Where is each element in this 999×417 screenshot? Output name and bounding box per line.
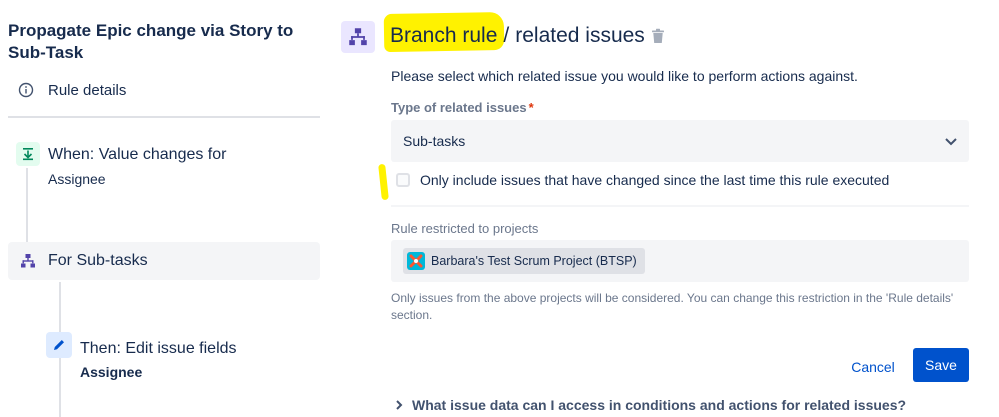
required-indicator: *	[528, 100, 534, 115]
trigger-subtitle: Assignee	[48, 171, 106, 187]
project-avatar-icon	[407, 252, 425, 270]
action-title: Then: Edit issue fields	[80, 340, 237, 357]
highlight-mark-small	[378, 163, 389, 201]
chevron-right-icon	[394, 399, 404, 411]
type-field-label-text: Type of related issues	[391, 100, 527, 115]
rule-title: Propagate Epic change via Story to Sub-T…	[8, 21, 294, 62]
cancel-button[interactable]: Cancel	[842, 352, 904, 382]
related-issues-select-value: Sub-tasks	[403, 133, 466, 149]
save-button[interactable]: Save	[913, 348, 969, 382]
changed-issues-checkbox[interactable]	[396, 173, 410, 187]
related-issues-select[interactable]: Sub-tasks	[391, 120, 969, 162]
trigger-component[interactable]: When: Value changes for Assignee	[8, 140, 320, 196]
changed-issues-label: Only include issues that have changed si…	[420, 172, 890, 188]
rule-sidebar: Propagate Epic change via Story to Sub-T…	[0, 0, 330, 417]
trash-icon[interactable]	[651, 28, 665, 44]
branch-icon	[341, 21, 375, 53]
chevron-down-icon	[943, 133, 959, 149]
branch-icon	[16, 249, 40, 273]
trigger-title: When: Value changes for	[48, 146, 227, 163]
page-title-primary: Branch rule	[390, 24, 498, 47]
action-component[interactable]: Then: Edit issue fields Assignee	[44, 330, 320, 386]
branch-component[interactable]: For Sub-tasks	[8, 242, 320, 280]
projects-help-text: Only issues from the above projects will…	[391, 291, 954, 322]
section-divider	[391, 205, 969, 207]
rule-details-label: Rule details	[48, 81, 127, 99]
page-title: Branch rule / related issues	[390, 24, 645, 48]
projects-field[interactable]: Barbara's Test Scrum Project (BTSP)	[391, 240, 969, 282]
download-icon	[16, 142, 40, 166]
expander-label: What issue data can I access in conditio…	[412, 397, 907, 413]
project-chip[interactable]: Barbara's Test Scrum Project (BTSP)	[403, 248, 645, 274]
rule-details-link[interactable]: Rule details	[8, 78, 320, 102]
page-title-separator: /	[503, 24, 510, 47]
action-subtitle: Assignee	[80, 364, 143, 380]
info-icon	[18, 82, 34, 98]
sidebar-divider	[8, 116, 320, 118]
type-field-label: Type of related issues *	[391, 100, 534, 115]
changed-issues-option[interactable]: Only include issues that have changed si…	[396, 172, 889, 188]
related-issues-data-expander[interactable]: What issue data can I access in conditio…	[394, 397, 906, 413]
pencil-icon	[46, 332, 72, 358]
projects-field-label: Rule restricted to projects	[391, 221, 539, 236]
description-text: Please select which related issue you wo…	[391, 68, 858, 84]
page-title-secondary: related issues	[515, 24, 645, 47]
project-chip-label: Barbara's Test Scrum Project (BTSP)	[431, 254, 637, 268]
branch-title: For Sub-tasks	[48, 252, 148, 269]
